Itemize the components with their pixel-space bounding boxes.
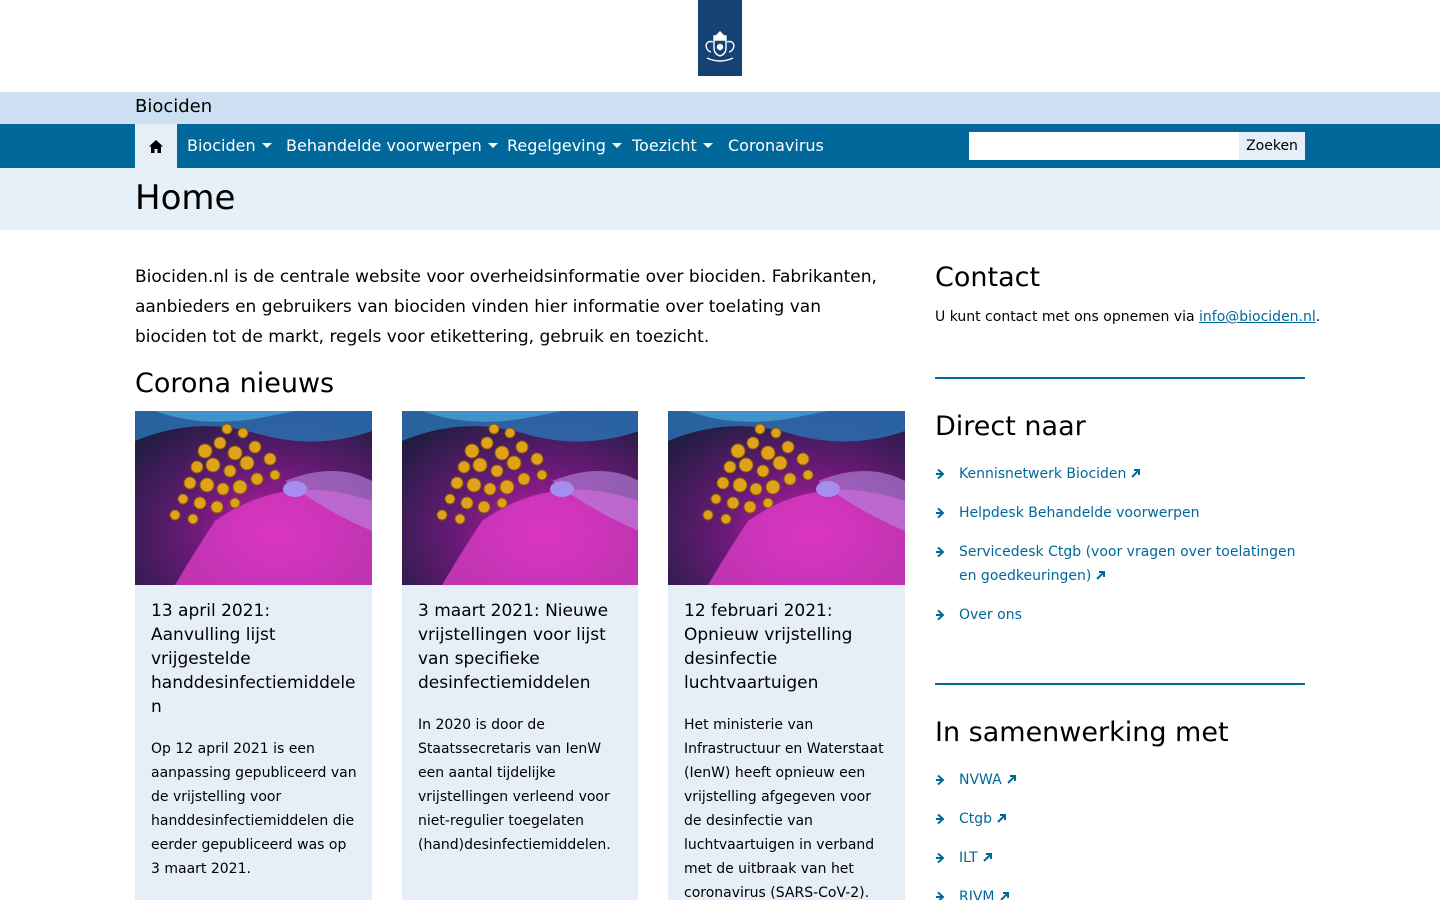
- external-link-icon: [982, 853, 992, 862]
- caret-down-icon: [611, 143, 622, 148]
- direct-heading: Direct naar: [935, 411, 1086, 442]
- virus-image-2: [402, 411, 638, 585]
- page-title-band: Home: [0, 168, 1440, 230]
- caret-down-icon: [702, 143, 713, 148]
- card-text: In 2020 is door de Staatssecretaris van …: [418, 717, 611, 853]
- arrow-right-icon: [936, 507, 945, 519]
- contact-text: U kunt contact met ons opnemen via info@…: [935, 309, 1321, 325]
- home-icon: [149, 139, 163, 153]
- card-image: [135, 411, 372, 585]
- card-image: [668, 411, 905, 585]
- nav-home-button[interactable]: [135, 124, 177, 168]
- external-link-icon: [1007, 775, 1016, 784]
- sidebar-divider: [935, 377, 1305, 379]
- arrow-right-icon: [936, 852, 945, 864]
- nav-item-toezicht[interactable]: Toezicht: [632, 124, 713, 168]
- arrow-right-icon: [936, 546, 945, 558]
- site-title-bar: Biociden: [0, 92, 1440, 124]
- main-navigation: Biociden Behandelde voorwerpen Regelgevi…: [0, 124, 1440, 168]
- direct-link-over-ons[interactable]: Over ons: [935, 603, 1305, 627]
- card-title[interactable]: 12 februari 2021: Opnieuw vrijstelling d…: [684, 599, 892, 695]
- sidebar-divider: [935, 683, 1305, 685]
- rijksoverheid-logo[interactable]: [698, 0, 742, 76]
- arrow-right-icon: [936, 609, 945, 621]
- news-card[interactable]: 12 februari 2021: Opnieuw vrijstelling d…: [668, 411, 905, 900]
- nav-item-behandelde-voorwerpen[interactable]: Behandelde voorwerpen: [286, 124, 498, 168]
- card-image: [402, 411, 638, 585]
- partner-link-ilt[interactable]: ILT: [935, 846, 1305, 870]
- external-link-icon: [997, 814, 1007, 823]
- external-link-icon: [999, 892, 1009, 900]
- partner-link-ctgb[interactable]: Ctgb: [935, 807, 1305, 831]
- direct-link-list: Kennisnetwerk Biociden Helpdesk Behandel…: [935, 462, 1305, 627]
- card-title[interactable]: 3 maart 2021: Nieuwe vrijstellingen voor…: [418, 599, 626, 695]
- partner-link-nvwa[interactable]: NVWA: [935, 768, 1305, 792]
- partners-heading: In samenwerking met: [935, 717, 1229, 748]
- site-title[interactable]: Biociden: [135, 96, 212, 117]
- external-link-icon: [1131, 469, 1141, 478]
- direct-link-servicedesk[interactable]: Servicedesk Ctgb (voor vragen over toela…: [935, 540, 1305, 588]
- nav-item-coronavirus[interactable]: Coronavirus: [728, 124, 824, 168]
- nav-item-biociden[interactable]: Biociden: [187, 124, 272, 168]
- caret-down-icon: [261, 143, 272, 148]
- coat-of-arms-icon: [705, 31, 735, 62]
- arrow-right-icon: [936, 891, 945, 900]
- logo-bar: [0, 0, 1440, 92]
- external-link-icon: [1096, 571, 1106, 580]
- contact-heading: Contact: [935, 262, 1041, 293]
- card-text: Op 12 april 2021 is een aanpassing gepub…: [151, 741, 357, 877]
- news-card[interactable]: 3 maart 2021: Nieuwe vrijstellingen voor…: [402, 411, 638, 900]
- search-button[interactable]: Zoeken: [1239, 132, 1305, 160]
- caret-down-icon: [487, 143, 498, 148]
- virus-image-3: [668, 411, 905, 585]
- card-text: Het ministerie van Infrastructuur en Wat…: [684, 717, 884, 900]
- nav-item-regelgeving[interactable]: Regelgeving: [507, 124, 622, 168]
- page-title: Home: [135, 178, 236, 218]
- partner-link-list: NVWA Ctgb ILT RIVM: [935, 768, 1305, 900]
- contact-email-link[interactable]: info@biociden.nl: [1199, 309, 1316, 325]
- direct-link-kennisnetwerk[interactable]: Kennisnetwerk Biociden: [935, 462, 1305, 486]
- arrow-right-icon: [936, 813, 945, 825]
- direct-link-helpdesk[interactable]: Helpdesk Behandelde voorwerpen: [935, 501, 1305, 525]
- virus-image-1: [135, 411, 372, 585]
- news-card[interactable]: 13 april 2021: Aanvulling lijst vrijgest…: [135, 411, 372, 900]
- partner-link-rivm[interactable]: RIVM: [935, 885, 1305, 900]
- search-input[interactable]: [969, 132, 1239, 160]
- news-heading: Corona nieuws: [135, 368, 335, 399]
- arrow-right-icon: [936, 468, 945, 480]
- arrow-right-icon: [936, 774, 945, 786]
- card-title[interactable]: 13 april 2021: Aanvulling lijst vrijgest…: [151, 599, 359, 719]
- intro-text: Biociden.nl is de centrale website voor …: [135, 267, 877, 347]
